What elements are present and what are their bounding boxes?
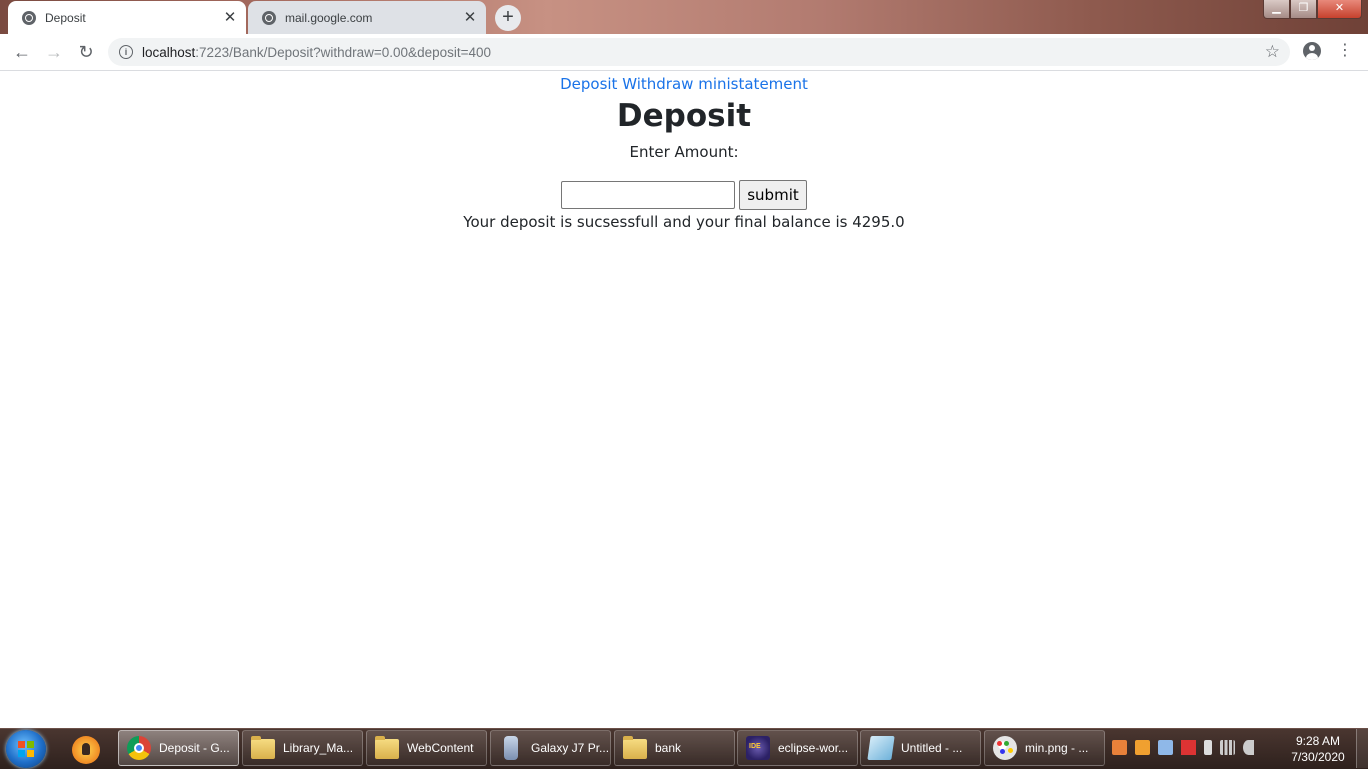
system-tray xyxy=(1112,740,1254,755)
bookmark-star-icon[interactable]: ☆ xyxy=(1265,42,1280,62)
windows-logo-icon xyxy=(18,741,34,757)
globe-icon xyxy=(22,10,36,25)
submit-button[interactable]: submit xyxy=(739,180,807,210)
folder-icon xyxy=(623,736,647,759)
keeper-icon[interactable] xyxy=(72,736,100,764)
deposit-form: submit xyxy=(0,180,1368,210)
amount-label: Enter Amount: xyxy=(629,143,739,161)
chrome-icon xyxy=(127,736,151,760)
close-window-button[interactable]: ✕ xyxy=(1317,0,1362,19)
deposit-link[interactable]: Deposit xyxy=(560,75,617,93)
globe-icon xyxy=(262,10,276,25)
volume-icon[interactable] xyxy=(1243,740,1254,755)
tab-mail[interactable]: mail.google.com ✕ xyxy=(248,1,486,34)
ministatement-link[interactable]: ministatement xyxy=(698,75,808,93)
tab-title: mail.google.com xyxy=(285,10,373,25)
taskbar-item-library[interactable]: Library_Ma... xyxy=(242,730,363,766)
url-text: localhost:7223/Bank/Deposit?withdraw=0.0… xyxy=(142,44,492,60)
forward-arrow-icon[interactable]: → xyxy=(42,40,66,64)
page-content: Deposit Withdraw ministatement Deposit E… xyxy=(0,71,1368,728)
folder-icon xyxy=(251,736,275,759)
close-icon[interactable]: ✕ xyxy=(462,9,478,26)
taskbar-item-bank[interactable]: bank xyxy=(614,730,735,766)
clock-date: 7/30/2020 xyxy=(1291,750,1345,764)
action-center-flag-icon[interactable] xyxy=(1181,740,1196,755)
tab-title: Deposit xyxy=(45,10,86,25)
app-tray-icon[interactable] xyxy=(1135,740,1150,755)
battery-icon[interactable] xyxy=(1204,740,1212,755)
phone-icon xyxy=(504,736,518,760)
taskbar-item-notepad[interactable]: Untitled - ... xyxy=(860,730,981,766)
taskbar-item-webcontent[interactable]: WebContent xyxy=(366,730,487,766)
browser-toolbar: ← → ↻ i localhost:7223/Bank/Deposit?with… xyxy=(0,34,1368,71)
withdraw-link[interactable]: Withdraw xyxy=(622,75,693,93)
taskbar-item-galaxy[interactable]: Galaxy J7 Pr... xyxy=(490,730,611,766)
new-tab-button[interactable]: + xyxy=(495,5,521,31)
clock[interactable]: 9:28 AM 7/30/2020 xyxy=(1284,733,1352,765)
more-menu-icon[interactable]: ⋮ xyxy=(1337,41,1353,61)
minimize-button[interactable]: ▁ xyxy=(1263,0,1290,19)
clock-time: 9:28 AM xyxy=(1295,734,1341,748)
taskbar-item-paint[interactable]: min.png - ... xyxy=(984,730,1105,766)
back-arrow-icon[interactable]: ← xyxy=(10,40,34,64)
taskbar-item-chrome[interactable]: Deposit - G... xyxy=(118,730,239,766)
address-bar[interactable]: i localhost:7223/Bank/Deposit?withdraw=0… xyxy=(108,38,1290,66)
maximize-button[interactable]: ❐ xyxy=(1290,0,1317,19)
window-controls: ▁ ❐ ✕ xyxy=(1263,0,1362,19)
paint-icon xyxy=(993,736,1017,760)
eclipse-icon xyxy=(746,736,770,760)
profile-icon[interactable] xyxy=(1303,42,1321,60)
nav-links: Deposit Withdraw ministatement xyxy=(0,74,1368,94)
tab-strip: Deposit ✕ mail.google.com ✕ + ▁ ❐ ✕ xyxy=(0,0,1368,34)
tab-deposit[interactable]: Deposit ✕ xyxy=(8,1,246,34)
reload-icon[interactable]: ↻ xyxy=(74,40,98,64)
folder-icon xyxy=(375,736,399,759)
taskbar-item-eclipse[interactable]: eclipse-wor... xyxy=(737,730,858,766)
start-button[interactable] xyxy=(6,730,46,768)
signal-icon[interactable] xyxy=(1220,740,1235,755)
show-desktop-button[interactable] xyxy=(1356,729,1368,768)
result-message: Your deposit is sucsessfull and your fin… xyxy=(463,213,905,231)
notepad-icon xyxy=(867,736,895,760)
amount-input[interactable] xyxy=(561,181,736,209)
close-icon[interactable]: ✕ xyxy=(222,9,238,26)
windows-taskbar: Deposit - G... Library_Ma... WebContent … xyxy=(0,728,1368,769)
firefox-tray-icon[interactable] xyxy=(1112,740,1127,755)
info-icon[interactable]: i xyxy=(119,45,133,59)
page-title: Deposit xyxy=(616,98,752,134)
display-tray-icon[interactable] xyxy=(1158,740,1173,755)
